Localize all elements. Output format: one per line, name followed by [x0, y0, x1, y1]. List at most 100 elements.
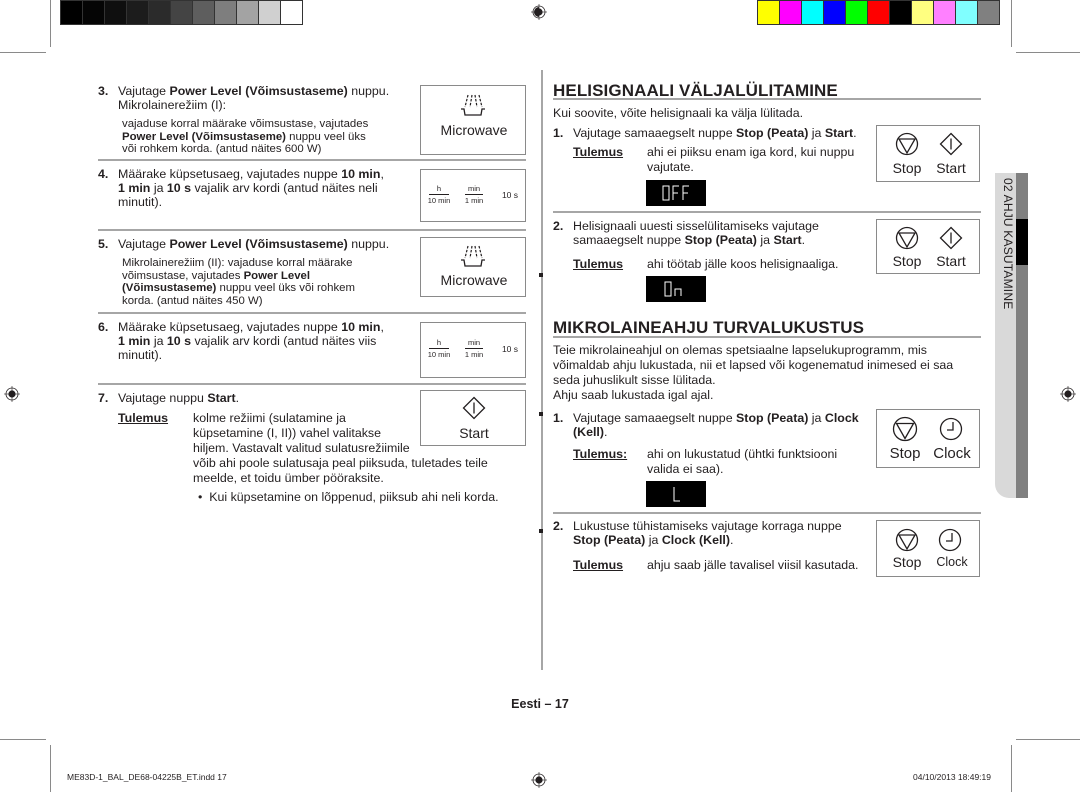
divider [553, 211, 981, 213]
start-label: Start [459, 425, 489, 441]
microwave-icon [461, 245, 485, 267]
lcd-text [662, 185, 689, 201]
step-text: Vajutage nuppu Start. [118, 391, 239, 405]
microwave-label: Microwave [440, 122, 508, 138]
start-icon[interactable] [939, 226, 963, 250]
timestamp: 04/10/2013 18:49:19 [913, 772, 991, 782]
text: võib ahi poole sulatusaja peal piiksuda,… [193, 456, 488, 470]
step-number: 1. [553, 126, 564, 140]
color-swatch [61, 1, 82, 24]
ten-sec-button[interactable]: 10 s [497, 190, 523, 200]
text: Helisignaali uuesti sisselülitamiseks va… [573, 219, 819, 233]
bold-text: 1 min [118, 334, 151, 348]
microwave-button-panel[interactable]: Microwave [420, 237, 526, 297]
column-tick [539, 529, 543, 533]
divider [98, 312, 526, 314]
step-text: Määrake küpsetusaeg, vajutades nuppe 10 … [118, 167, 384, 209]
step-text: Helisignaali uuesti sisselülitamiseks va… [573, 219, 819, 247]
start-label: Start [936, 160, 966, 176]
microwave-button-panel[interactable]: Microwave [420, 85, 526, 155]
bold-text: Stop (Peata) [573, 533, 646, 547]
page-number: Eesti – 17 [511, 697, 569, 711]
color-swatch [934, 1, 955, 24]
text: korda. (antud näites 450 W) [122, 294, 263, 307]
bold-text: Clock (Kell) [661, 533, 730, 547]
stop-icon[interactable] [895, 226, 919, 250]
text: . [603, 425, 608, 439]
lcd-text [664, 281, 682, 297]
timer-button-panel[interactable]: h 10 min min 1 min 10 s [420, 322, 526, 378]
text: nuppu veel üks või rohkem [216, 282, 355, 294]
clock-icon[interactable] [939, 417, 963, 441]
step-3-detail: vajaduse korral määrake võimsustase, vaj… [122, 118, 422, 156]
text: Vajutage [118, 237, 170, 251]
divider [98, 229, 526, 231]
divider [98, 159, 526, 161]
text: . [235, 391, 240, 405]
step-text: Vajutage Power Level (Võimsustaseme) nup… [118, 84, 389, 112]
hour-label: h [436, 184, 442, 193]
ten-min-button[interactable]: 10 min [425, 196, 453, 205]
intro-text: Kui soovite, võite helisignaali ka välja… [553, 106, 804, 120]
bold-text: Power Level (Võimsustaseme) [169, 84, 348, 98]
text: Määrake küpsetusaeg, vajutades nuppe [118, 320, 342, 334]
text: , [380, 167, 384, 181]
step-text: Vajutage Power Level (Võimsustaseme) nup… [118, 237, 389, 251]
text: Vajutage [118, 84, 170, 98]
text: võimsustase, vajutades [122, 269, 244, 282]
step-text: Lukustuse tühistamiseks vajutage korraga… [573, 519, 842, 547]
text: seda juhuslikult sisse lülitada. [553, 373, 716, 387]
bold-text: Stop (Peata) [736, 126, 809, 140]
color-swatch [127, 1, 148, 24]
registration-mark-icon [531, 4, 547, 20]
color-swatch [978, 1, 999, 24]
color-swatch [281, 1, 302, 24]
stop-clock-panel[interactable]: Stop Clock [876, 520, 980, 577]
min-label: min [467, 184, 481, 193]
text: vajaduse korral määrake võimsustase, vaj… [122, 118, 369, 130]
stop-start-panel[interactable]: Stop Start [876, 125, 980, 182]
one-min-button[interactable]: 1 min [461, 350, 487, 359]
step-number: 3. [98, 84, 109, 98]
ten-min-button[interactable]: 10 min [425, 350, 453, 359]
one-min-button[interactable]: 1 min [461, 196, 487, 205]
bold-text: Power Level (Võimsustaseme) [169, 237, 348, 251]
start-icon [462, 396, 486, 420]
ten-sec-button[interactable]: 10 s [497, 344, 523, 354]
chapter-tab-label: 02 AHJU KASUTAMINE [1001, 178, 1015, 310]
result-text: ahju saab jälle tavalisel viisil kasutad… [647, 558, 859, 572]
crop-mark [1016, 52, 1080, 53]
clock-icon[interactable] [938, 528, 962, 552]
text: . [730, 533, 734, 547]
bold-text: Power Level (Võimsustaseme) [122, 130, 286, 143]
color-swatch [83, 1, 104, 24]
step-number: 7. [98, 391, 109, 405]
bullet-item: • Kui küpsetamine on lõppenud, piiksub a… [198, 490, 499, 505]
divider [98, 383, 526, 385]
text: Vajutage samaaegselt nuppe [573, 411, 737, 425]
timer-button-panel[interactable]: h 10 min min 1 min 10 s [420, 169, 526, 222]
bold-text: Start [824, 126, 854, 140]
file-name: ME83D-1_BAL_DE68-04225B_ET.indd 17 [67, 772, 227, 782]
start-icon[interactable] [939, 132, 963, 156]
color-swatch [912, 1, 933, 24]
min-label: min [467, 338, 481, 347]
lcd-text [673, 487, 680, 502]
text: ahi ei piiksu enam iga kord, kui nuppu [647, 145, 855, 159]
text: Kui küpsetamine on lõppenud, piiksub ahi… [209, 490, 499, 504]
column-tick [539, 273, 543, 277]
crop-mark [0, 739, 46, 740]
bullet-icon: • [198, 490, 210, 504]
stop-start-panel[interactable]: Stop Start [876, 219, 980, 274]
start-button-panel[interactable]: Start [420, 390, 526, 446]
stop-icon[interactable] [895, 528, 919, 552]
text: küpsetamine (I, II)) vahel valitakse [193, 426, 382, 440]
stop-icon[interactable] [892, 416, 918, 442]
divider [553, 512, 981, 514]
text: Vajutage nuppu [118, 391, 208, 405]
stop-icon[interactable] [895, 132, 919, 156]
step-number: 1. [553, 411, 564, 425]
stop-clock-panel[interactable]: Stop Clock [876, 409, 980, 468]
crop-mark [1016, 739, 1080, 740]
crop-mark [50, 745, 51, 792]
